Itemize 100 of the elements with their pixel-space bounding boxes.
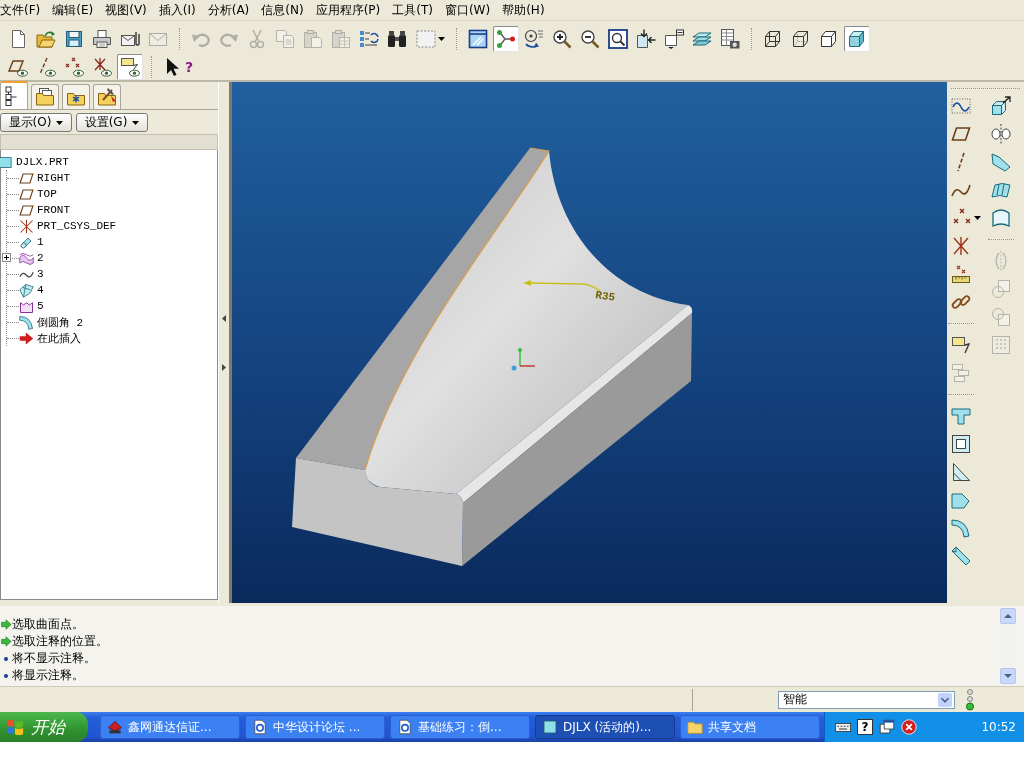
toolbar-button[interactable]: ?: [160, 53, 196, 80]
csys-icon: [951, 236, 971, 256]
expand-plus-icon[interactable]: [2, 253, 11, 262]
document-icon: [397, 719, 413, 735]
wave-surface-icon: [19, 250, 34, 266]
tree-item[interactable]: PRT_CSYS_DEF: [19, 218, 117, 234]
toolbar-button[interactable]: [844, 25, 870, 52]
navigator-tab[interactable]: [31, 84, 59, 109]
radius-dimension[interactable]: R35: [594, 289, 616, 304]
dropdown-button[interactable]: 显示(O): [0, 113, 72, 132]
folder-hammer-icon: [97, 87, 117, 107]
stacked-notes-icon: [951, 363, 971, 383]
printer-icon: [92, 28, 112, 49]
coordinate-triad-icon: [511, 348, 536, 371]
panel-splitter[interactable]: [218, 82, 232, 603]
taskbar-button[interactable]: 鑫网通达信证...: [100, 715, 240, 739]
overlapping-windows-icon[interactable]: [879, 719, 895, 735]
wireframe-cube-icon: [763, 28, 783, 49]
chain-link-icon: [951, 292, 971, 312]
sweep-icon: [991, 152, 1011, 172]
scissors-icon: [247, 28, 267, 49]
tree-item[interactable]: DJLX.PRT: [0, 154, 69, 170]
caret-left-icon[interactable]: [222, 314, 226, 322]
navigator-tab[interactable]: [93, 84, 121, 109]
tree-item[interactable]: 3: [19, 266, 44, 282]
menu-item[interactable]: 窗口(W): [444, 1, 491, 19]
taskbar-button[interactable]: 基础练习：倒...: [390, 715, 530, 739]
error-icon[interactable]: [901, 719, 917, 735]
grid-pattern-icon: [991, 335, 1011, 355]
copy-pages-icon: [275, 28, 295, 49]
intersect-shapes-icon: [991, 307, 1011, 327]
menu-item[interactable]: 信息(N): [261, 1, 304, 19]
list-arrows-icon: [359, 28, 379, 49]
node-graph-icon: [496, 28, 516, 49]
menu-item[interactable]: 工具(T): [392, 1, 433, 19]
tree-item[interactable]: 1: [19, 234, 44, 250]
flag-icon: [6, 718, 24, 736]
note-box-icon: [951, 335, 971, 355]
caret-down-icon: [437, 36, 445, 41]
menu-item[interactable]: 插入(I): [158, 1, 196, 19]
right-arrow-icon: [0, 619, 12, 630]
tree-item[interactable]: TOP: [19, 186, 57, 202]
datum-plane-icon: [19, 170, 34, 186]
tree-item[interactable]: RIGHT: [19, 170, 70, 186]
hidden-line-cube-icon: [791, 28, 811, 49]
binoculars-icon: [387, 28, 407, 49]
slanted-block-icon: [951, 490, 971, 510]
framed-window-icon: [468, 28, 488, 49]
tree-item[interactable]: 2: [19, 250, 44, 266]
caret-down-icon: [973, 216, 981, 220]
filter-dropdown[interactable]: 智能: [778, 690, 955, 709]
menu-item[interactable]: 分析(A): [207, 1, 250, 19]
menu-item[interactable]: 帮助(H): [502, 1, 545, 19]
scroll-down-button[interactable]: [1000, 668, 1016, 684]
message-text: 将不显示注释。: [12, 650, 96, 667]
zoom-out-icon: [580, 28, 600, 49]
scroll-up-button[interactable]: [1000, 608, 1016, 624]
part-model-drawing[interactable]: [292, 147, 693, 566]
taskbar-button[interactable]: 共享文档: [680, 715, 820, 739]
note-eye-icon: [120, 56, 140, 77]
navigator-tab[interactable]: [0, 81, 28, 109]
message-text: 选取曲面点。: [12, 616, 84, 633]
menu-item[interactable]: 编辑(E): [52, 1, 94, 19]
caret-right-icon[interactable]: [222, 363, 226, 371]
clipboard-table-icon: [331, 28, 351, 49]
tray-button[interactable]: ?: [857, 719, 873, 735]
cube-arrow-icon: [991, 96, 1011, 116]
csys-eye-icon: [92, 56, 112, 77]
nested-squares-icon: [951, 434, 971, 454]
tree-item[interactable]: 在此插入: [19, 330, 81, 346]
folder-arrow-icon: [36, 28, 56, 49]
tree-item[interactable]: 5: [19, 298, 44, 314]
csys-icon: [19, 218, 34, 234]
menu-item[interactable]: 视图(V): [105, 1, 147, 19]
triangle-icon: [951, 462, 971, 482]
tree-item[interactable]: 倒圆角 2: [19, 314, 84, 330]
message-text: 选取注释的位置。: [12, 633, 108, 650]
start-button[interactable]: 开始: [0, 712, 88, 742]
insert-arrow-icon: [19, 330, 34, 346]
toolbar-button[interactable]: [117, 53, 143, 80]
dropdown-button[interactable]: 设置(G): [76, 113, 148, 132]
menu-item[interactable]: 应用程序(P): [315, 1, 381, 19]
revolve-icon: [991, 124, 1011, 144]
tree-item[interactable]: 4: [19, 282, 44, 298]
caret-down-icon: [1004, 674, 1012, 678]
beveled-edge-icon: [951, 546, 971, 566]
traffic-light-icon: [966, 688, 974, 711]
caret-up-icon: [1004, 614, 1012, 618]
bullet-dot-icon: [4, 673, 8, 678]
document-icon: [252, 719, 268, 735]
3d-viewport[interactable]: R35: [232, 82, 947, 603]
sketch-wave-icon: [951, 96, 971, 116]
folder-icon: [687, 719, 703, 735]
clock: 10:52: [981, 720, 1016, 734]
tree-item[interactable]: FRONT: [19, 202, 70, 218]
t-profile-icon: [951, 406, 971, 426]
clipboard-icon: [303, 28, 323, 49]
taskbar-button[interactable]: DJLX (活动的)...: [535, 715, 675, 739]
menu-item[interactable]: 文件(F): [0, 1, 41, 19]
taskbar-button[interactable]: 中华设计论坛 ...: [245, 715, 385, 739]
